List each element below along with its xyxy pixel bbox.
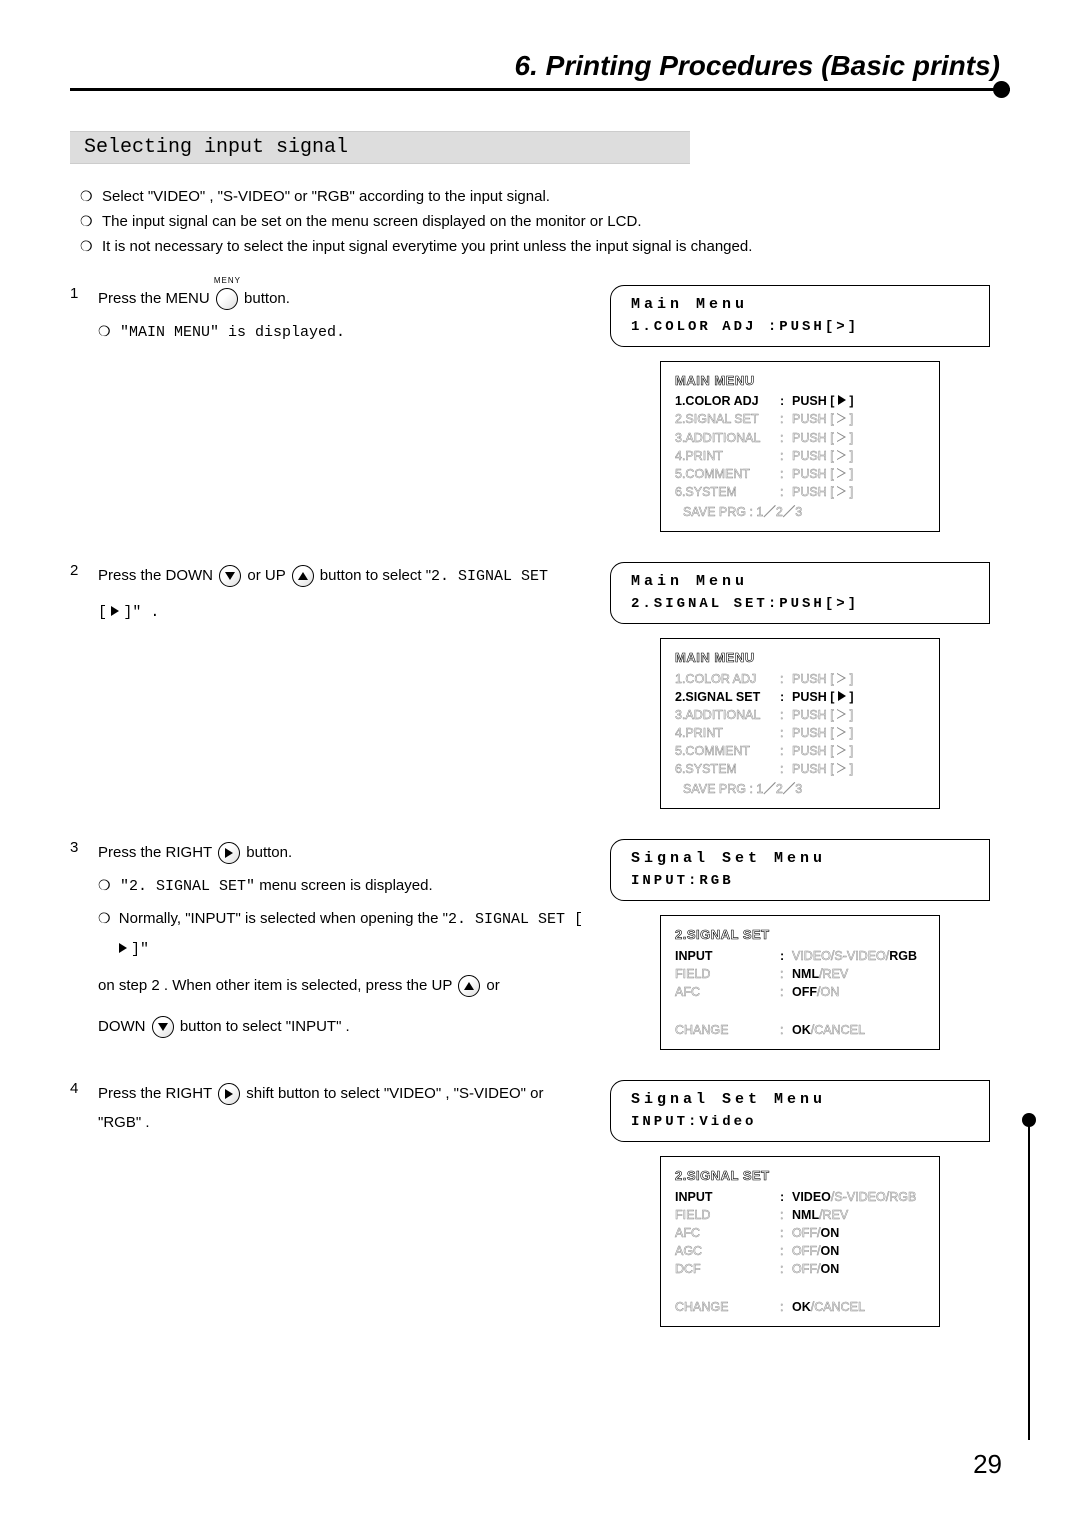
step-number: 2 [70, 562, 98, 579]
intro-bullets: ❍Select "VIDEO" , "S-VIDEO" or "RGB" acc… [80, 188, 1010, 255]
osd-main-menu: MAIN MENU1.COLOR ADJ:PUSH [ ]2.SIGNAL SE… [660, 361, 940, 533]
step-1: 1 Press the MENU MENY button. ❍"MAIN MEN… [70, 285, 1010, 532]
right-button-icon [218, 1083, 240, 1105]
text: or [486, 977, 499, 994]
osd-main-menu: MAIN MENU1.COLOR ADJ:PUSH [ ]2.SIGNAL SE… [660, 638, 940, 810]
title-rule [70, 88, 1010, 91]
bullet-text: It is not necessary to select the input … [102, 238, 752, 255]
osd-signal-set: 2.SIGNAL SETINPUT:VIDEO/S-VIDEO/RGBFIELD… [660, 1156, 940, 1328]
osd-signal-set: 2.SIGNAL SETINPUT:VIDEO/S-VIDEO/RGBFIELD… [660, 915, 940, 1050]
page-number: 29 [973, 1449, 1002, 1480]
bullet-text: The input signal can be set on the menu … [102, 213, 641, 230]
text: ]" . [123, 604, 159, 621]
step-2: 2 Press the DOWN or UP button to select … [70, 562, 1010, 809]
text: or UP [247, 567, 285, 584]
text: button to select " [320, 567, 431, 584]
lcd-display: Main Menu 2.SIGNAL SET:PUSH[>] [610, 562, 990, 624]
right-button-icon [218, 842, 240, 864]
text: button. [244, 290, 290, 307]
step-number: 3 [70, 839, 98, 856]
down-button-icon [219, 565, 241, 587]
text: DOWN [98, 1018, 146, 1035]
menu-button-icon: MENY [214, 285, 240, 314]
bullet-text: Select "VIDEO" , "S-VIDEO" or "RGB" acco… [102, 188, 550, 205]
text: 2. SIGNAL SET [431, 568, 548, 585]
text: Press the DOWN [98, 567, 213, 584]
side-index-line [1028, 1120, 1030, 1440]
text: button. [246, 844, 292, 861]
text: button to select "INPUT" . [180, 1018, 350, 1035]
text: Press the MENU [98, 290, 210, 307]
lcd-display: Main Menu 1.COLOR ADJ :PUSH[>] [610, 285, 990, 347]
text: on step 2 . When other item is selected,… [98, 977, 452, 994]
step-number: 1 [70, 285, 98, 302]
text: [ [98, 604, 107, 621]
right-arrow-icon [119, 943, 127, 953]
text: Normally, "INPUT" is selected when openi… [119, 910, 448, 927]
text: Press the RIGHT [98, 844, 212, 861]
section-heading: Selecting input signal [70, 131, 690, 164]
step-number: 4 [70, 1080, 98, 1097]
chapter-title: 6. Printing Procedures (Basic prints) [70, 50, 1010, 82]
lcd-display: Signal Set Menu INPUT:RGB [610, 839, 990, 901]
step-4: 4 Press the RIGHT shift button to select… [70, 1080, 1010, 1327]
down-button-icon [152, 1016, 174, 1038]
text: Press the RIGHT [98, 1085, 212, 1102]
text: "MAIN MENU" is displayed. [120, 324, 345, 341]
lcd-display: Signal Set Menu INPUT:Video [610, 1080, 990, 1142]
step-3: 3 Press the RIGHT button. ❍"2. SIGNAL SE… [70, 839, 1010, 1050]
up-button-icon [458, 975, 480, 997]
up-button-icon [292, 565, 314, 587]
right-arrow-icon [111, 606, 119, 616]
